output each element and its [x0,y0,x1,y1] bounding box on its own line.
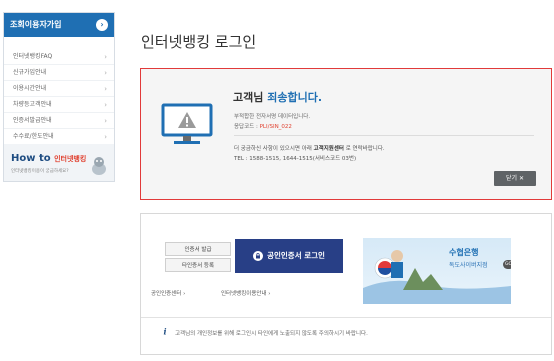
lock-icon [253,251,264,261]
error-message: 부적합한 전자서명 데이터입니다. [234,114,311,120]
svg-text:i: i [163,327,166,335]
usage-guide-link-label[interactable]: 인터넷뱅킹이용안내 [221,291,267,297]
chevron-right-icon: › [104,101,107,109]
chevron-right-icon[interactable]: › [96,19,108,31]
contact-suffix: 로 연락바랍니다. [345,146,385,152]
error-title-prefix: 고객님 [233,91,264,104]
sidebar-item-faq[interactable]: 인터넷뱅킹FAQ › [4,49,114,65]
dokdo-branch-banner[interactable]: 수협은행 독도사이버지점 GO [363,238,511,304]
page-title: 인터넷뱅킹 로그인 [141,33,257,51]
character-icon [92,157,106,175]
error-code: 응답코드 : PLI/SIN_022 [234,122,292,130]
other-cert-register-button[interactable]: 타인증서 등록 [165,258,231,272]
security-notice: 고객님의 개인정보를 위해 로그인시 타인에게 노출되지 않도록 주의하시기 바… [175,331,368,337]
banner-subtitle: 독도사이버지점 [449,262,488,269]
sidebar-item-label[interactable]: 신규가입안내 [13,69,46,76]
sidebar-item-label[interactable]: 차량등고객안내 [13,101,52,108]
banner-title: 수협은행 [449,248,479,257]
howto-title: How to 인터넷뱅킹 [11,153,86,164]
error-code-label: 응답코드 : [234,124,258,130]
login-panel: 인증서 발급 타인증서 등록 공인인증서 로그인 공인인증센터 › 인터넷뱅킹이… [140,213,552,355]
sidebar-item-signup[interactable]: 신규가입안내 › [4,65,114,81]
sidebar-item-vehicle[interactable]: 차량등고객안내 › [4,97,114,113]
close-button[interactable]: 닫기 ✕ [494,171,536,186]
cert-center-link-label[interactable]: 공인인증센터 [151,291,181,297]
cert-login-button[interactable]: 공인인증서 로그인 [235,239,343,273]
cert-issue-button[interactable]: 인증서 발급 [165,242,231,256]
monitor-warning-icon [161,103,213,144]
sidebar-item-label[interactable]: 인터넷뱅킹FAQ [13,53,52,60]
usage-guide-link[interactable]: 인터넷뱅킹이용안내 › [221,289,271,297]
sidebar-item-label[interactable]: 이용시간안내 [13,85,46,92]
sidebar-item-fees[interactable]: 수수료/한도안내 › [4,129,114,145]
sidebar-item-hours[interactable]: 이용시간안내 › [4,81,114,97]
cert-center-link[interactable]: 공인인증센터 › [151,289,185,297]
error-title: 고객님 죄송합니다. [233,89,322,105]
sidebar-header-label[interactable]: 조회이용자가입 [10,20,62,29]
divider [234,135,534,136]
divider [141,317,551,318]
chevron-right-icon: › [104,69,107,77]
cert-login-label[interactable]: 공인인증서 로그인 [267,251,325,260]
sidebar-header[interactable]: 조회이용자가입 › [4,13,114,37]
error-contact-text: 더 궁금하신 사항이 있으시면 아래 고객지원센터 로 연락바랍니다. [234,144,385,152]
chevron-right-icon: › [104,117,107,125]
error-tel: TEL : 1588-1515, 1644-1515(서비스코드 03번) [234,156,357,162]
howto-title-main: How to [11,153,51,164]
error-panel: 고객님 죄송합니다. 부적합한 전자서명 데이터입니다. 응답코드 : PLI/… [140,68,552,200]
sidebar: 조회이용자가입 › 인터넷뱅킹FAQ › 신규가입안내 › 이용시간안내 › 차량등고… [3,12,115,182]
sidebar-item-label[interactable]: 수수료/한도안내 [13,133,54,140]
sidebar-item-label[interactable]: 인증서발급안내 [13,117,52,124]
contact-center-name: 고객지원센터 [313,146,344,152]
info-icon: i [163,327,166,335]
howto-banner[interactable]: How to 인터넷뱅킹 인터넷뱅킹이용이 궁금하세요? [4,144,114,181]
howto-description: 인터넷뱅킹이용이 궁금하세요? [11,169,69,174]
banner-go-button[interactable]: GO [503,260,511,269]
error-code-value: PLI/SIN_022 [259,124,292,130]
banner-illustration [363,250,511,304]
sidebar-item-certificate[interactable]: 인증서발급안내 › [4,113,114,129]
chevron-right-icon: › [104,85,107,93]
error-title-emphasis: 죄송합니다. [267,91,322,104]
contact-prefix: 더 궁금하신 사항이 있으시면 아래 [234,146,312,152]
howto-title-sub: 인터넷뱅킹 [54,155,87,163]
chevron-right-icon: › [104,133,107,141]
chevron-right-icon: › [104,53,107,61]
